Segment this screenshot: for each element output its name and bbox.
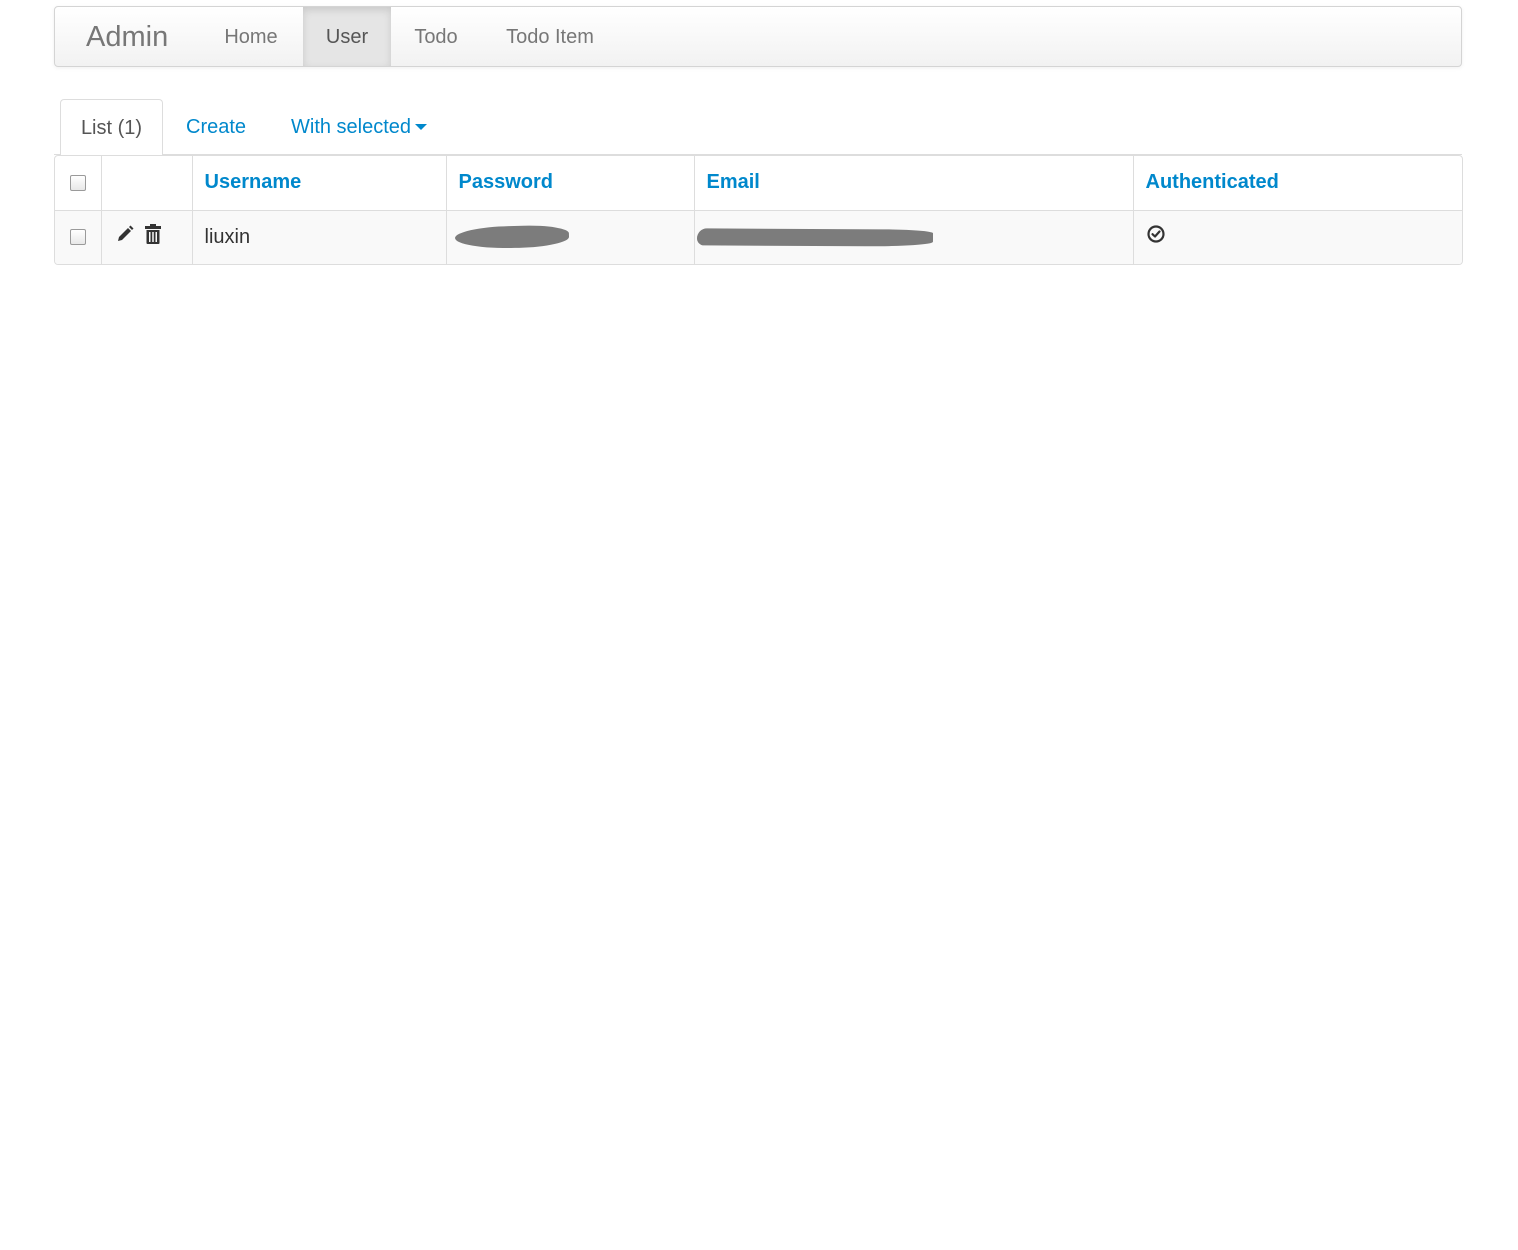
nav-item-home[interactable]: Home <box>203 7 299 66</box>
tab-list[interactable]: List (1) <box>60 99 163 156</box>
table-header-row: Username Password Email Authenticated <box>55 156 1462 210</box>
nav-item-todo-item[interactable]: Todo Item <box>481 7 619 66</box>
tab-with-selected[interactable]: With selected <box>291 99 428 155</box>
row-select-cell <box>55 209 101 264</box>
trash-icon[interactable] <box>144 223 162 251</box>
nav-item-user[interactable]: User <box>303 7 391 66</box>
column-header-username[interactable]: Username <box>191 156 446 210</box>
with-selected-label: With selected <box>291 116 412 138</box>
cell-username: liuxin <box>191 209 446 264</box>
column-header-email[interactable]: Email <box>693 156 1133 210</box>
select-all-cell <box>55 156 101 210</box>
tab-bar: List (1) Create With selected <box>54 99 1462 156</box>
caret-down-icon <box>415 123 428 130</box>
table-row: liuxin <box>55 209 1462 264</box>
brand[interactable]: Admin <box>86 20 168 54</box>
pencil-icon[interactable] <box>115 224 135 250</box>
email-redaction <box>696 228 933 247</box>
check-circle-icon <box>1146 224 1166 250</box>
column-header-authenticated[interactable]: Authenticated <box>1132 156 1462 210</box>
actions-header <box>100 156 192 210</box>
row-checkbox[interactable] <box>69 229 86 246</box>
tab-create[interactable]: Create <box>186 99 246 155</box>
cell-authenticated <box>1132 209 1462 264</box>
select-all-checkbox[interactable] <box>69 174 86 191</box>
row-actions-cell <box>100 209 192 264</box>
user-table: Username Password Email Authenticated li… <box>54 155 1463 265</box>
column-header-password[interactable]: Password <box>445 156 694 210</box>
page: Admin Home User Todo Todo Item List (1) … <box>0 0 1518 1250</box>
navbar: Admin Home User Todo Todo Item <box>54 6 1462 67</box>
password-redaction <box>454 224 569 250</box>
cell-email <box>693 209 1133 264</box>
cell-password <box>445 209 694 264</box>
nav-item-todo[interactable]: Todo <box>391 7 481 66</box>
